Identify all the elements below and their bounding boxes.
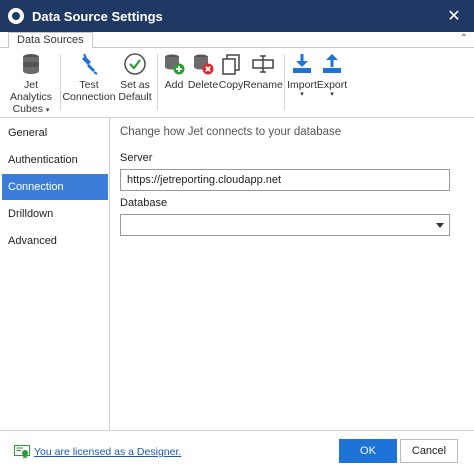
dialog-footer: You are licensed as a Designer. OK Cance… bbox=[0, 430, 474, 470]
app-logo-icon bbox=[8, 8, 24, 24]
panel-heading: Change how Jet connects to your database bbox=[120, 126, 342, 138]
add-database-icon bbox=[165, 54, 185, 75]
copy-icon bbox=[222, 54, 240, 75]
ribbon-label: Copy bbox=[218, 79, 244, 91]
ribbon-separator bbox=[60, 54, 61, 110]
ribbon-label: Test bbox=[79, 79, 99, 91]
ribbon-tab-row: Data Sources ⌃ bbox=[0, 32, 474, 49]
export-icon bbox=[323, 54, 341, 73]
ribbon-toolbar: Jet Analytics Cubes ▾ Test Connection Se… bbox=[0, 48, 474, 118]
dropdown-caret-icon: ▾ bbox=[45, 107, 50, 114]
database-label: Database bbox=[120, 197, 168, 209]
sidebar-item-advanced[interactable]: Advanced bbox=[0, 228, 109, 254]
license-link[interactable]: You are licensed as a Designer. bbox=[34, 446, 181, 458]
cancel-button[interactable]: Cancel bbox=[400, 439, 458, 463]
ribbon-separator bbox=[157, 54, 158, 110]
dropdown-caret-icon: ▾ bbox=[330, 91, 334, 98]
ribbon-label: Connection bbox=[62, 91, 116, 103]
plug-icon bbox=[82, 53, 98, 75]
chevron-down-icon bbox=[436, 223, 444, 228]
tab-data-sources[interactable]: Data Sources bbox=[8, 32, 93, 49]
database-select[interactable] bbox=[120, 214, 450, 236]
license-certificate-icon bbox=[14, 445, 30, 459]
sidebar-item-connection[interactable]: Connection bbox=[2, 174, 108, 200]
server-field[interactable]: https://jetreporting.cloudapp.net bbox=[120, 169, 450, 191]
sidebar-item-authentication[interactable]: Authentication bbox=[0, 147, 109, 173]
ribbon-label: Export bbox=[316, 79, 348, 91]
database-stack-icon bbox=[23, 54, 39, 74]
export-button[interactable]: Export ▾ bbox=[317, 52, 347, 99]
ok-button[interactable]: OK bbox=[339, 439, 397, 463]
delete-database-icon bbox=[194, 54, 214, 75]
add-button[interactable]: Add bbox=[160, 52, 188, 91]
title-bar: Data Source Settings ✕ bbox=[0, 0, 474, 32]
ribbon-label: Rename bbox=[243, 79, 283, 91]
collapse-ribbon-icon[interactable]: ⌃ bbox=[460, 33, 468, 44]
ribbon-label: Default bbox=[118, 91, 152, 103]
jet-analytics-cubes-button[interactable]: Jet Analytics Cubes ▾ bbox=[4, 52, 58, 117]
close-icon[interactable]: ✕ bbox=[444, 6, 464, 26]
window-title: Data Source Settings bbox=[32, 8, 163, 24]
ribbon-label: Jet Analytics bbox=[9, 79, 52, 103]
rename-icon bbox=[252, 55, 274, 73]
sidebar-item-drilldown[interactable]: Drilldown bbox=[0, 201, 109, 227]
license-status: You are licensed as a Designer. bbox=[14, 445, 181, 459]
delete-button[interactable]: Delete bbox=[188, 52, 218, 91]
ribbon-label: Import bbox=[287, 79, 317, 91]
ribbon-label: Set as bbox=[120, 79, 150, 91]
set-as-default-button[interactable]: Set as Default bbox=[116, 52, 154, 103]
rename-button[interactable]: Rename bbox=[243, 52, 283, 91]
test-connection-button[interactable]: Test Connection bbox=[62, 52, 116, 103]
checkmark-circle-icon bbox=[124, 53, 146, 75]
ribbon-label: Cubes bbox=[12, 103, 43, 115]
import-button[interactable]: Import ▾ bbox=[287, 52, 317, 99]
sidebar-item-general[interactable]: General bbox=[0, 120, 109, 146]
settings-sidebar: General Authentication Connection Drilld… bbox=[0, 118, 110, 430]
server-label: Server bbox=[120, 152, 153, 164]
ribbon-separator bbox=[284, 54, 285, 110]
copy-button[interactable]: Copy bbox=[218, 52, 244, 91]
connection-panel: Change how Jet connects to your database… bbox=[110, 118, 474, 430]
dropdown-caret-icon: ▾ bbox=[300, 91, 304, 98]
ribbon-label: Add bbox=[164, 79, 184, 91]
import-icon bbox=[293, 54, 311, 73]
ribbon-label: Delete bbox=[187, 79, 219, 91]
